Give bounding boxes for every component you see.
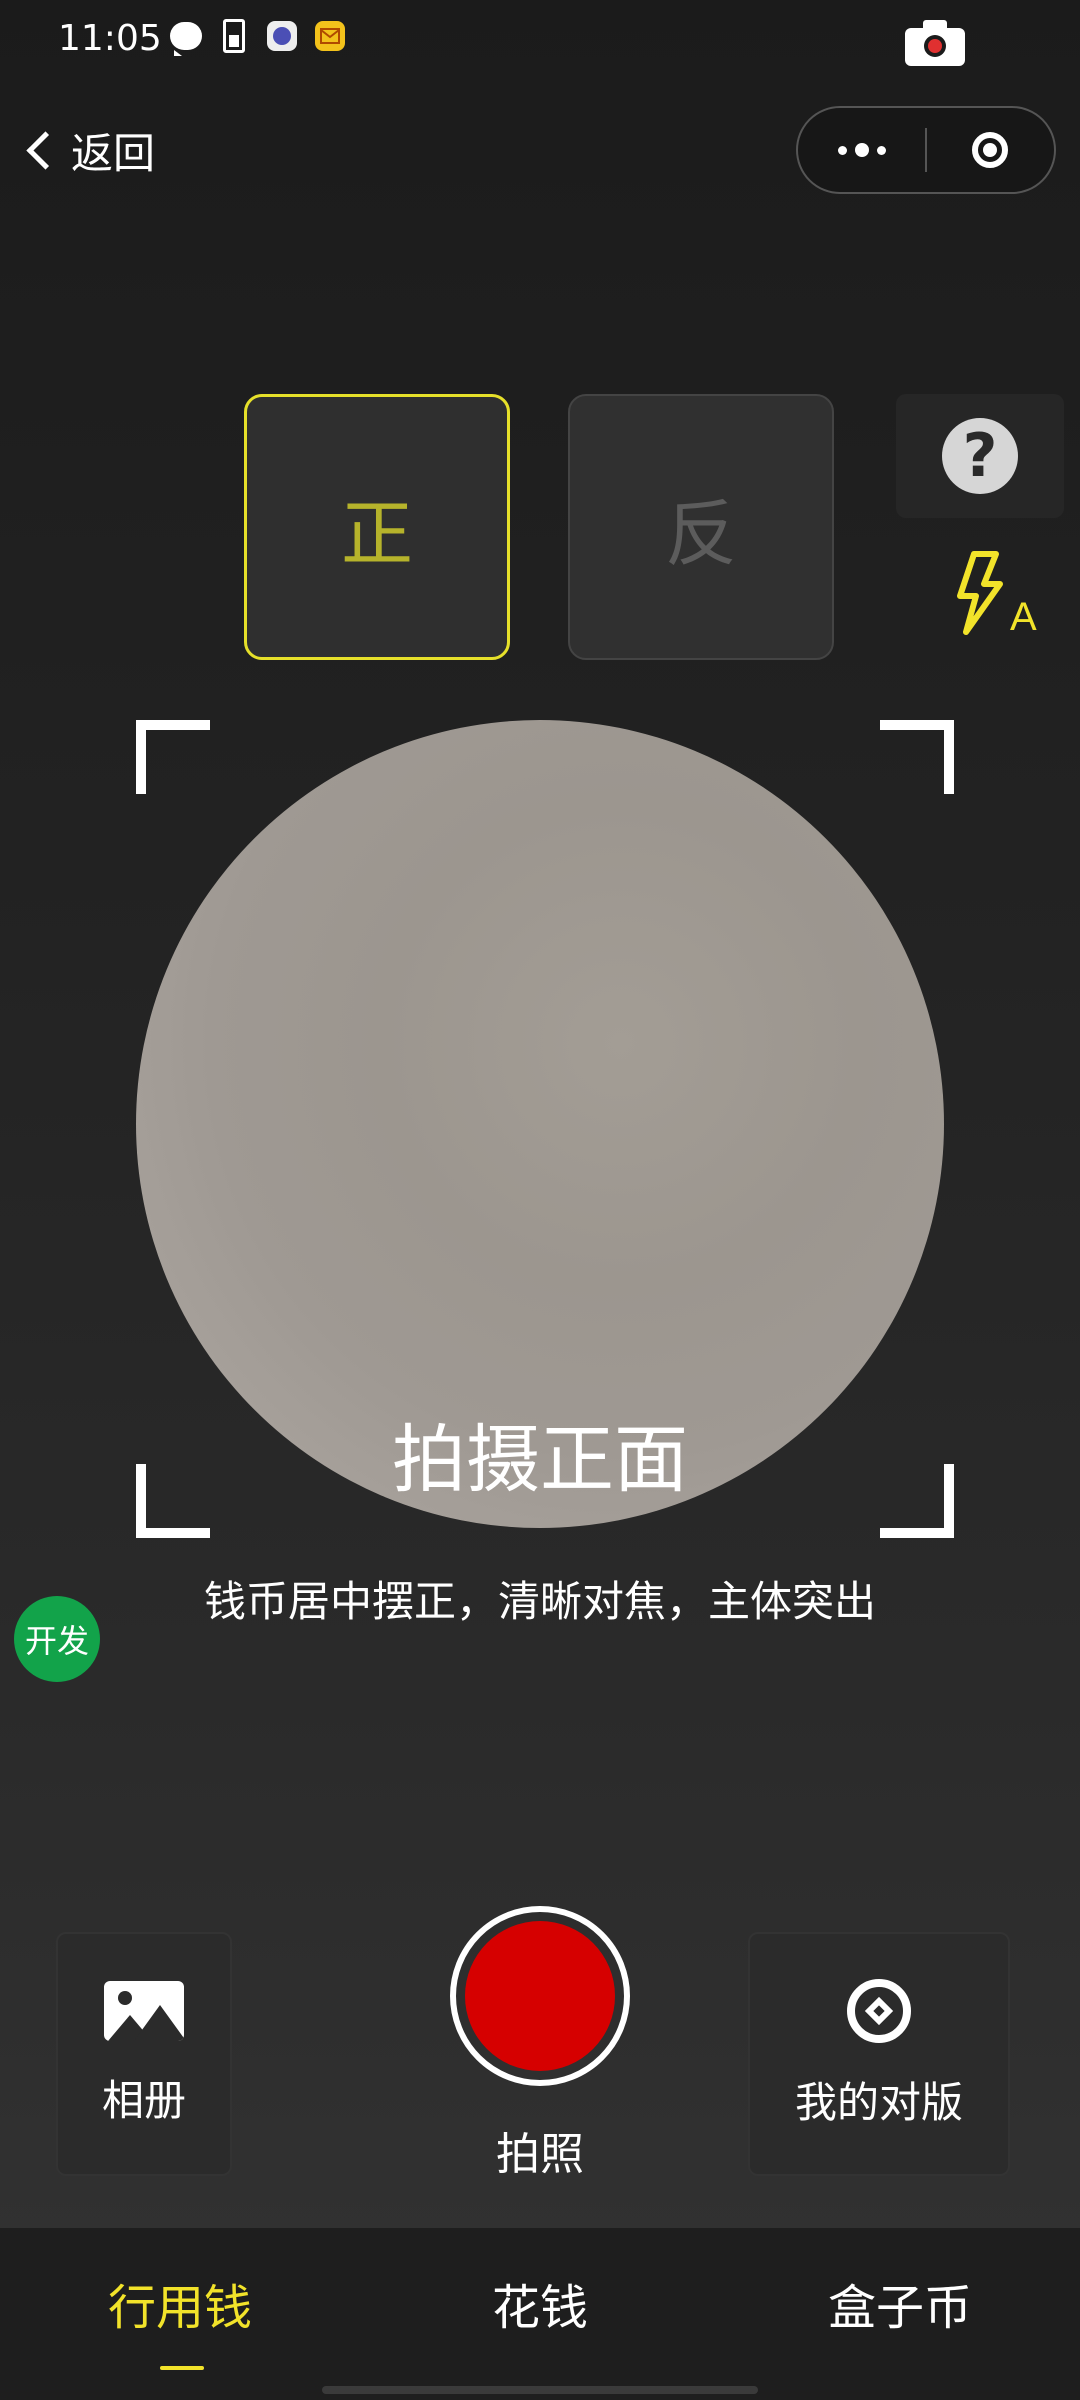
- back-label: 返回: [71, 129, 156, 178]
- compare-label: 我的对版: [794, 2077, 963, 2127]
- compare-icon: [847, 1978, 911, 2043]
- image-icon: [104, 1980, 184, 2041]
- album-button[interactable]: 相册: [56, 1932, 232, 2176]
- back-side-tab[interactable]: 反: [568, 394, 834, 660]
- camera-icon: [905, 20, 965, 70]
- my-compare-button[interactable]: 我的对版: [748, 1932, 1010, 2176]
- chat-icon: [170, 20, 202, 56]
- svg-text:A: A: [1010, 595, 1037, 636]
- help-icon: ?: [942, 418, 1018, 494]
- dev-badge[interactable]: 开发: [14, 1596, 100, 1682]
- active-tab-indicator: [160, 2366, 204, 2370]
- status-time: 11:05: [58, 18, 162, 59]
- home-indicator[interactable]: [322, 2386, 758, 2394]
- capture-hint: 钱币居中摆正，清晰对焦，主体突出: [203, 1577, 876, 1626]
- back-button[interactable]: 返回: [26, 120, 156, 181]
- chevron-left-icon: [26, 131, 65, 170]
- help-button[interactable]: ?: [896, 394, 1064, 518]
- frame-corner-top-right: [880, 720, 954, 794]
- more-icon[interactable]: [798, 108, 925, 192]
- album-label: 相册: [101, 2075, 186, 2125]
- frame-corner-top-left: [136, 720, 210, 794]
- shutter-label: 拍照: [496, 2129, 584, 2180]
- flash-auto-icon: A: [957, 551, 1037, 639]
- flash-auto-button[interactable]: A: [952, 550, 1048, 640]
- mail-icon: [314, 20, 346, 52]
- app-icon: [266, 20, 298, 52]
- capture-title: 拍摄正面: [392, 1417, 688, 1503]
- tab-boxed-coins[interactable]: 盒子币: [780, 2268, 1020, 2338]
- close-target-icon[interactable]: [927, 108, 1054, 192]
- status-icons: [170, 19, 346, 56]
- tab-flower-coins[interactable]: 花钱: [420, 2268, 660, 2338]
- tab-circulating-coins[interactable]: 行用钱: [60, 2268, 300, 2338]
- mini-program-capsule: [796, 106, 1056, 194]
- front-side-tab[interactable]: 正: [244, 394, 510, 660]
- shutter-button[interactable]: [450, 1906, 630, 2086]
- battery-icon: [218, 19, 250, 53]
